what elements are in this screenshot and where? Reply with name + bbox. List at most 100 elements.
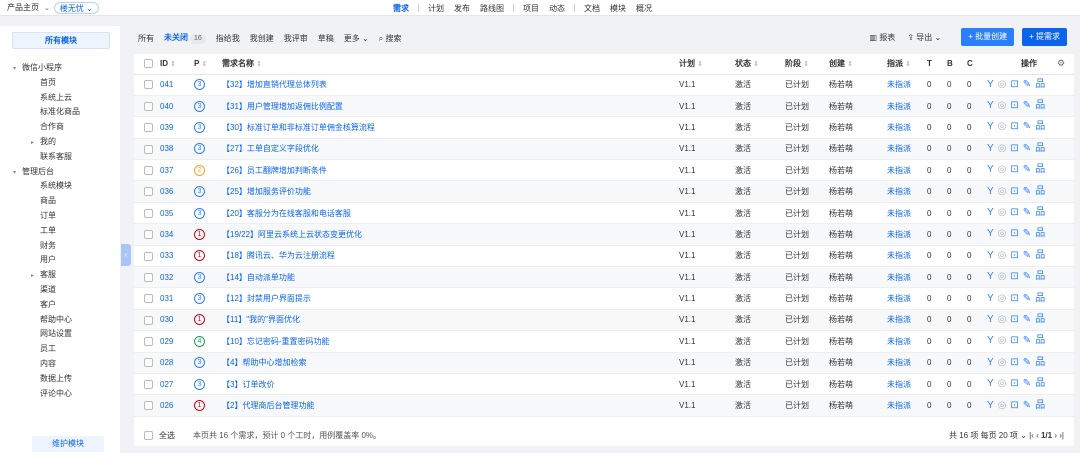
branch-icon[interactable]: Y [987, 272, 994, 282]
story-name-link[interactable]: 【14】自动派单功能 [222, 266, 679, 289]
sidebar-item[interactable]: 联系客服 [0, 150, 120, 165]
story-name-link[interactable]: 【12】封禁用户界面提示 [222, 287, 679, 310]
box-icon[interactable]: ⊡ [1010, 122, 1018, 132]
gear-icon[interactable]: ⚙ [1057, 58, 1065, 68]
story-assign[interactable]: 未指派 [887, 352, 927, 374]
breadcrumb-project[interactable]: 楼无忧 ⌄ [53, 1, 99, 14]
edit-icon[interactable]: ✎ [1023, 79, 1031, 90]
story-id[interactable]: 034 [160, 223, 194, 246]
story-assign[interactable]: 未指派 [887, 138, 927, 161]
story-assign[interactable]: 未指派 [887, 309, 927, 332]
glasses-icon[interactable]: ◎ [998, 186, 1007, 197]
sidebar-item[interactable]: 订单 [0, 209, 120, 224]
sidebar-item[interactable]: ▾ 微信小程序 [0, 61, 120, 76]
flow-icon[interactable]: 品 [1035, 208, 1045, 218]
story-name-link[interactable]: 【20】客服分为在线客服和电话客服 [222, 202, 679, 225]
sidebar-item[interactable]: 员工 [0, 342, 120, 357]
nav-plan[interactable]: 计划 [423, 3, 449, 14]
header-status[interactable]: 状态 ⇕ [735, 54, 785, 75]
glasses-icon[interactable]: ◎ [998, 165, 1007, 175]
table-row[interactable]: 029 4 【10】忘记密码-重置密码功能 V1.1 激活 已计划 杨若萌 未指派 0 0 0 Y ◎ ⊡… [134, 330, 1074, 353]
story-assign[interactable]: 未指派 [887, 116, 927, 139]
story-assign[interactable]: 未指派 [887, 159, 927, 182]
story-name-link[interactable]: 【25】增加服务评价功能 [222, 180, 679, 203]
edit-icon[interactable]: ✎ [1023, 165, 1031, 175]
checkbox[interactable] [144, 251, 153, 261]
flow-icon[interactable]: 品 [1035, 250, 1045, 261]
branch-icon[interactable]: Y [987, 208, 994, 218]
checkbox[interactable] [144, 144, 153, 154]
box-icon[interactable]: ⊡ [1010, 336, 1018, 346]
glasses-icon[interactable]: ◎ [998, 314, 1007, 325]
header-assign[interactable]: 指派 ⇕ [887, 54, 927, 75]
chevron-down-icon[interactable]: ⌄ [44, 4, 50, 12]
story-assign[interactable]: 未指派 [887, 287, 927, 310]
flow-icon[interactable]: 品 [1035, 229, 1045, 239]
tab-created-by-me[interactable]: 我创建 [250, 33, 274, 44]
caret-down-icon[interactable]: ▾ [13, 166, 22, 181]
flow-icon[interactable]: 品 [1035, 357, 1045, 368]
story-name-link[interactable]: 【18】腾讯云、华为云注册流程 [222, 245, 679, 268]
sidebar-item[interactable]: 标准化商品 [0, 105, 120, 120]
edit-icon[interactable]: ✎ [1023, 379, 1031, 389]
story-name-link[interactable]: 【31】用户管理增加返佣比例配置 [222, 95, 679, 118]
edit-icon[interactable]: ✎ [1023, 101, 1031, 111]
story-name-link[interactable]: 【10】忘记密码-重置密码功能 [222, 330, 679, 353]
sidebar-item[interactable]: 评论中心 [0, 387, 120, 402]
sidebar-item[interactable]: 渠道 [0, 283, 120, 298]
table-row[interactable]: 028 3 【4】帮助中心增加检索 V1.1 激活 已计划 杨若萌 未指派 0 0 0 Y ◎ ⊡ ✎ 品 [134, 352, 1074, 374]
box-icon[interactable]: ⊡ [1010, 101, 1018, 111]
story-name-link[interactable]: 【2】代理商后台管理功能 [222, 394, 679, 417]
story-assign[interactable]: 未指派 [887, 245, 927, 268]
flow-icon[interactable]: 品 [1035, 79, 1045, 90]
edit-icon[interactable]: ✎ [1023, 336, 1031, 346]
story-id[interactable]: 032 [160, 266, 194, 289]
table-row[interactable]: 036 3 【25】增加服务评价功能 V1.1 激活 已计划 杨若萌 未指派 0 0 0 Y ◎ ⊡ ✎ 品 [134, 180, 1074, 203]
row-select[interactable] [134, 202, 160, 225]
story-assign[interactable]: 未指派 [887, 394, 927, 417]
checkbox[interactable] [144, 294, 153, 304]
edit-icon[interactable]: ✎ [1023, 229, 1031, 239]
glasses-icon[interactable]: ◎ [998, 229, 1007, 239]
row-select[interactable] [134, 95, 160, 118]
table-row[interactable]: 027 3 【3】订单改价 V1.1 激活 已计划 杨若萌 未指派 0 0 0 Y ◎ ⊡ ✎ 品 [134, 373, 1074, 396]
flow-icon[interactable]: 品 [1035, 186, 1045, 197]
export-button[interactable]: ⇪ 导出 ⌄ [907, 32, 941, 43]
box-icon[interactable]: ⊡ [1010, 400, 1018, 411]
sidebar-item[interactable]: 系统模块 [0, 179, 120, 194]
table-row[interactable]: 031 3 【12】封禁用户界面提示 V1.1 激活 已计划 杨若萌 未指派 0 0 0 Y ◎ ⊡ ✎ 品 [134, 287, 1074, 310]
row-select[interactable] [134, 287, 160, 310]
report-button[interactable]: ▥ 报表 [870, 32, 896, 43]
edit-icon[interactable]: ✎ [1023, 357, 1031, 368]
sidebar-item[interactable]: 数据上传 [0, 372, 120, 387]
header-stage[interactable]: 阶段 ⇕ [785, 54, 829, 75]
sidebar-item[interactable]: 网站设置 [0, 327, 120, 342]
row-select[interactable] [134, 309, 160, 332]
row-select[interactable] [134, 223, 160, 246]
flow-icon[interactable]: 品 [1035, 379, 1045, 389]
glasses-icon[interactable]: ◎ [998, 208, 1007, 218]
checkbox[interactable] [144, 358, 153, 368]
box-icon[interactable]: ⊡ [1010, 293, 1018, 304]
sidebar-item[interactable]: 帮助中心 [0, 313, 120, 328]
box-icon[interactable]: ⊡ [1010, 357, 1018, 368]
story-id[interactable]: 026 [160, 394, 194, 417]
story-id[interactable]: 038 [160, 138, 194, 161]
first-page-icon[interactable]: |‹ [1029, 431, 1034, 440]
last-page-icon[interactable]: ›| [1059, 431, 1064, 440]
story-id[interactable]: 039 [160, 116, 194, 139]
nav-dynamic[interactable]: 动态 [544, 3, 570, 14]
flow-icon[interactable]: 品 [1035, 165, 1045, 175]
box-icon[interactable]: ⊡ [1010, 229, 1018, 239]
checkbox[interactable] [144, 230, 153, 240]
all-modules-button[interactable]: 所有模块 [12, 32, 110, 49]
next-page-icon[interactable]: › [1054, 431, 1057, 440]
story-name-link[interactable]: 【30】标准订单和非标准订单佣金核算流程 [222, 116, 679, 139]
story-id[interactable]: 041 [160, 74, 194, 96]
story-id[interactable]: 033 [160, 245, 194, 268]
story-assign[interactable]: 未指派 [887, 180, 927, 203]
story-id[interactable]: 036 [160, 180, 194, 203]
table-row[interactable]: 034 1 【19/22】阿里云系统上云状态变更优化 V1.1 激活 已计划 杨若萌 未指派 0… [134, 223, 1074, 246]
header-plan[interactable]: 计划 ⇕ [679, 54, 735, 75]
nav-overview[interactable]: 概况 [631, 3, 657, 14]
